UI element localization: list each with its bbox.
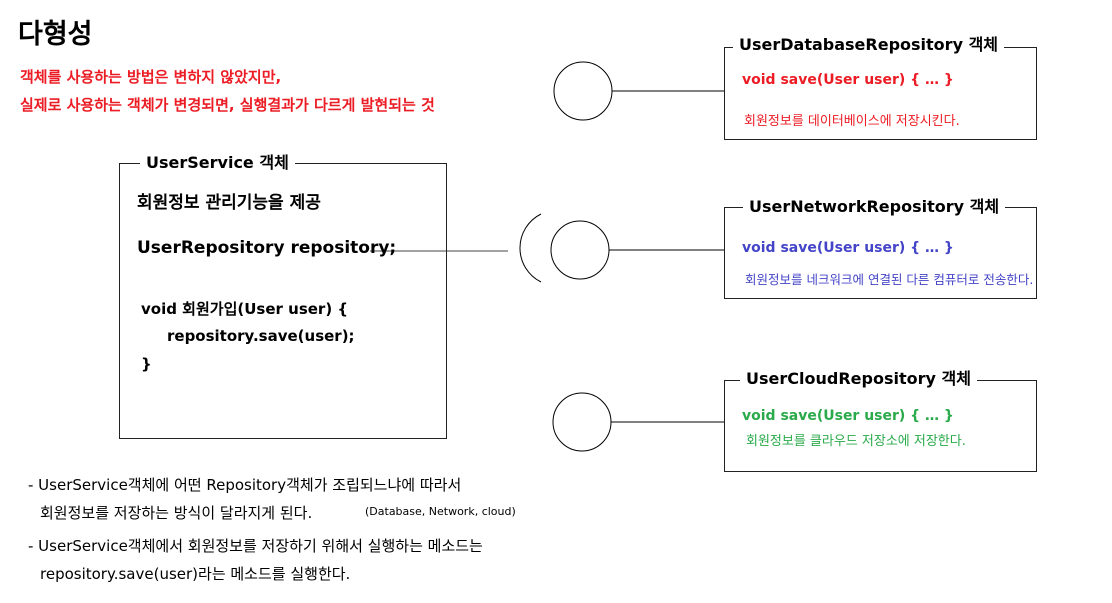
subtitle-line-1: 객체를 사용하는 방법은 변하지 않았지만, bbox=[20, 68, 282, 86]
page-title: 다형성 bbox=[18, 19, 93, 50]
note-2-line-1: - UserService객체에서 회원정보를 저장하기 위해서 실행하는 메소… bbox=[28, 537, 483, 555]
user-service-heading: 회원정보 관리기능을 제공 bbox=[137, 193, 321, 213]
cloud-repository-description: 회원정보를 클라우드 저장소에 저장한다. bbox=[746, 434, 966, 449]
network-repository-lollipop bbox=[550, 220, 610, 280]
database-repository-description: 회원정보를 데이터베이스에 저장시킨다. bbox=[744, 114, 960, 129]
user-service-legend: UserService 객체 bbox=[140, 153, 295, 173]
note-1-detail: (Database, Network, cloud) bbox=[365, 505, 516, 518]
database-repository-lollipop bbox=[553, 61, 613, 121]
database-repository-legend: UserDatabaseRepository 객체 bbox=[733, 35, 1005, 55]
network-repository-method: void save(User user) { … } bbox=[742, 240, 954, 256]
socket-arc bbox=[519, 213, 542, 283]
cloud-repository-box bbox=[724, 380, 1037, 472]
user-service-method-signature: void 회원가입(User user) { bbox=[141, 300, 349, 318]
note-1-line-1: - UserService객체에 어떤 Repository객체가 조립되느냐에… bbox=[28, 476, 462, 494]
user-service-method-body: repository.save(user); bbox=[167, 327, 355, 345]
subtitle-line-2: 실제로 사용하는 객체가 변경되면, 실행결과가 다르게 발현되는 것 bbox=[20, 96, 435, 114]
note-1-line-2: 회원정보를 저장하는 방식이 달라지게 된다. bbox=[40, 504, 313, 522]
note-2-line-2: repository.save(user)라는 메소드를 실행한다. bbox=[40, 565, 351, 583]
cloud-repository-method: void save(User user) { … } bbox=[742, 408, 954, 424]
cloud-repository-legend: UserCloudRepository 객체 bbox=[740, 369, 977, 389]
network-repository-legend: UserNetworkRepository 객체 bbox=[743, 197, 1006, 217]
database-repository-method: void save(User user) { … } bbox=[742, 72, 954, 88]
user-service-method-close: } bbox=[141, 355, 152, 373]
user-service-field: UserRepository repository; bbox=[137, 238, 397, 258]
network-repository-description: 회원정보를 네크워크에 연결된 다른 컴퓨터로 전송한다. bbox=[745, 272, 1034, 287]
cloud-repository-lollipop bbox=[552, 392, 612, 452]
